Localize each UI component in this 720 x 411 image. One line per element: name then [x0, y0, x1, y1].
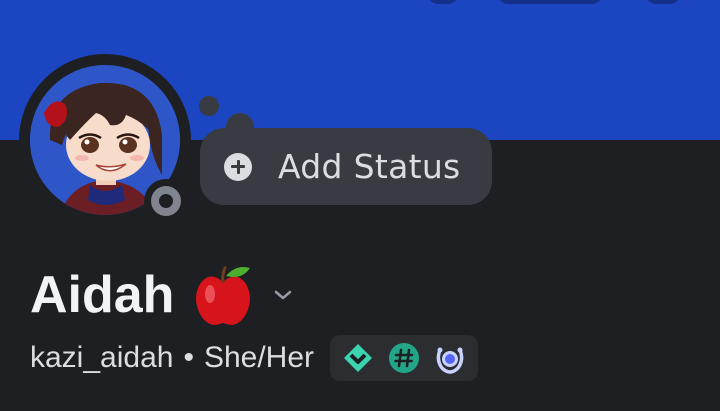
pronouns: She/Her: [203, 341, 315, 374]
banner-decoration: [498, 0, 602, 4]
chevron-down-icon[interactable]: [272, 288, 294, 302]
thought-bubble-dot: [199, 96, 219, 116]
hashtag-badge-icon[interactable]: [388, 342, 420, 374]
badge-list: [330, 335, 479, 381]
banner-decoration: [646, 0, 680, 4]
separator-dot: •: [183, 341, 194, 374]
plus-circle-icon: [224, 152, 252, 181]
add-status-label: Add Status: [278, 147, 461, 186]
user-info-row: kazi_aidah • She/Her: [30, 334, 479, 382]
display-name-row: Aidah: [30, 260, 294, 330]
apple-emoji-icon: [196, 266, 251, 325]
laurel-badge-icon[interactable]: [434, 342, 466, 374]
offline-status-icon: [151, 186, 181, 216]
username: kazi_aidah: [30, 341, 174, 374]
display-name: Aidah: [30, 266, 175, 324]
hypesquad-balance-badge-icon[interactable]: [342, 342, 374, 374]
banner-decoration: [428, 0, 458, 4]
add-status-button[interactable]: Add Status: [200, 128, 492, 205]
